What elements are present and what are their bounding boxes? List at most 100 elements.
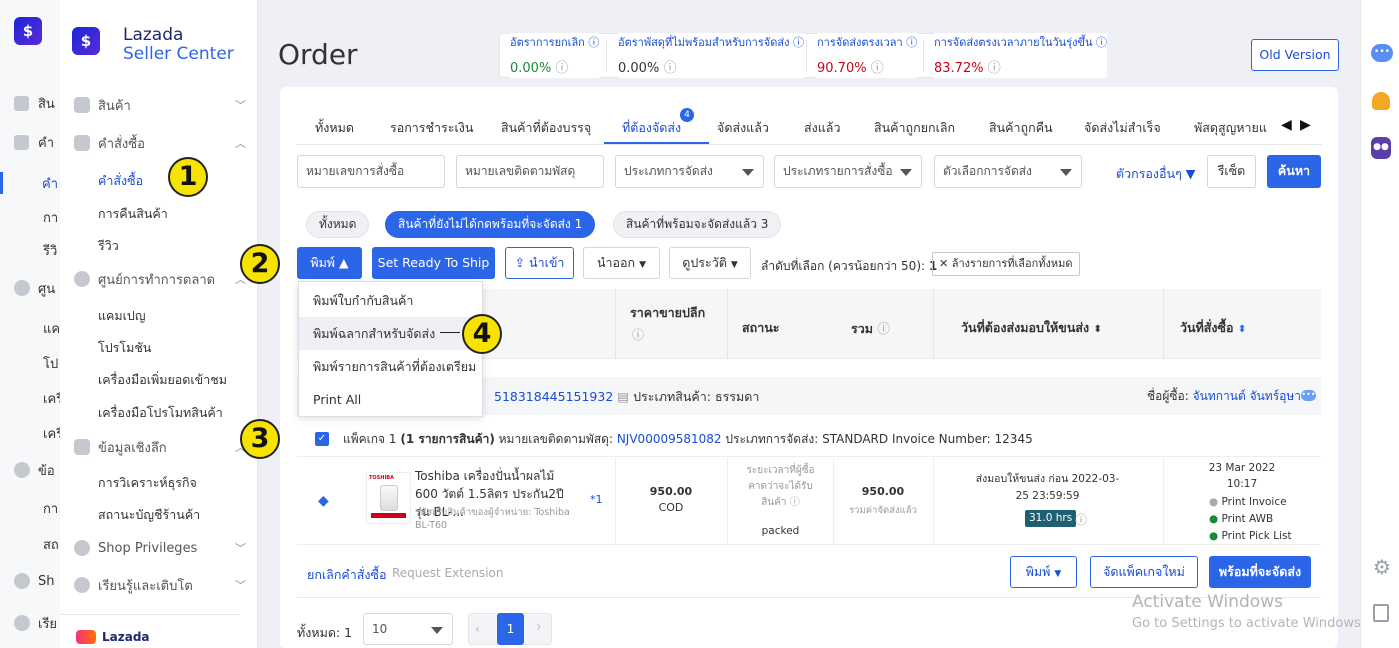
caret-up-icon: ▲	[339, 255, 349, 270]
lazada-logo-icon[interactable]: $	[72, 27, 100, 55]
ready-to-ship-button[interactable]: พร้อมที่จะจัดส่ง	[1209, 556, 1311, 588]
rail-item[interactable]: โป	[43, 352, 58, 374]
caret-down-icon: ▼	[1185, 166, 1196, 181]
print-pick-list-option[interactable]: พิมพ์รายการสินค้าที่ต้องเตรียม	[299, 350, 482, 383]
page-1-button[interactable]: 1	[497, 613, 524, 645]
tab-scroll-left-icon[interactable]: ◀	[1281, 117, 1292, 133]
export-button[interactable]: นำออก ▼	[583, 247, 660, 279]
clear-selection-button[interactable]: ✕ ล้างรายการที่เลือกทั้งหมด	[932, 252, 1080, 276]
set-ready-to-ship-button[interactable]: Set Ready To Ship	[372, 247, 495, 279]
chat-icon[interactable]: •••	[1301, 390, 1316, 401]
sidebar-item-traffic-tools[interactable]: เครื่องมือเพิ่มยอดเข้าชม	[98, 370, 227, 390]
rail-item[interactable]: คำ	[14, 131, 54, 153]
search-button[interactable]: ค้นหา	[1267, 155, 1321, 188]
print-all-option[interactable]: Print All	[299, 383, 482, 416]
rail-item[interactable]: กา	[43, 206, 58, 228]
tab-scroll-right-icon[interactable]: ▶	[1300, 117, 1311, 133]
row-print-button[interactable]: พิมพ์ ▼	[1010, 556, 1077, 588]
tab-lost[interactable]: พัสดุสูญหายแ	[1194, 118, 1280, 138]
import-button[interactable]: ⇪ นำเข้า	[505, 247, 574, 279]
more-filters-button[interactable]: ตัวกรองอื่นๆ ▼	[1116, 164, 1195, 184]
lazada-logo-icon[interactable]: $	[14, 17, 42, 45]
shipping-type-select[interactable]: ประเภทการจัดส่ง	[615, 155, 764, 188]
subfilter-ready[interactable]: สินค้าที่พร้อมจะจัดส่งแล้ว 3	[613, 211, 782, 238]
selected-count-text: ลำดับที่เลือก (ควรน้อยกว่า 50): 1	[761, 259, 938, 273]
rail-item[interactable]: เรีย	[14, 612, 57, 634]
rail-item-active[interactable]: คำ	[0, 172, 58, 194]
chevron-down-icon: ﹀	[235, 542, 246, 555]
page-size-select[interactable]: 10	[363, 613, 453, 645]
prev-page-icon[interactable]: ‹	[475, 621, 480, 636]
tab-shipped[interactable]: จัดส่งแล้ว	[717, 118, 769, 138]
sidebar-group-marketing[interactable]: ศูนย์การทำการตลาด ︿	[74, 268, 246, 290]
info-icon: ⓘ	[1095, 36, 1107, 49]
retail-price: 950.00	[649, 485, 693, 498]
sidebar-item-business-analysis[interactable]: การวิเคราะห์ธุรกิจ	[98, 473, 197, 493]
learn-icon	[74, 577, 90, 593]
rail-item[interactable]: กา	[43, 497, 58, 519]
print-shipping-label-option[interactable]: พิมพ์ฉลากสำหรับจัดส่ง	[299, 317, 482, 350]
tab-to-ship[interactable]: ที่ต้องจัดส่ง	[622, 118, 681, 138]
rail-item[interactable]: ศูน	[14, 277, 55, 299]
annotation-pointer-line	[440, 332, 460, 333]
sidebar-item-promotions[interactable]: โปรโมชัน	[98, 338, 151, 358]
assistant-robot-icon[interactable]: ●●	[1371, 137, 1391, 159]
sidebar-item-orders[interactable]: คำสั่งซื้อ	[98, 171, 143, 191]
rail-item[interactable]: รีวิ	[43, 239, 57, 261]
old-version-button[interactable]: Old Version	[1251, 39, 1339, 71]
sidebar-item-shop-status[interactable]: สถานะบัญชีร้านค้า	[98, 505, 200, 525]
sidebar-item-campaigns[interactable]: แคมเปญ	[98, 306, 146, 326]
divider	[833, 458, 834, 545]
chat-icon[interactable]: •••	[1371, 44, 1393, 62]
tab-returned[interactable]: สินค้าถูกคืน	[989, 118, 1053, 138]
print-menu-button[interactable]: พิมพ์ ▲	[297, 247, 362, 279]
col-order-date[interactable]: วันที่สั่งซื้อ ⬍	[1180, 318, 1246, 338]
product-quantity: *1	[590, 493, 603, 506]
sidebar-group-shop-privileges[interactable]: Shop Privileges ﹀	[74, 537, 246, 559]
history-button[interactable]: ดูประวัติ ▼	[669, 247, 751, 279]
rail-item[interactable]: ข้อ	[14, 459, 55, 481]
print-invoice-option[interactable]: พิมพ์ใบกำกับสินค้า	[299, 284, 482, 317]
divider	[806, 40, 807, 72]
sidebar-item-promo-tools[interactable]: เครื่องมือโปรโมทสินค้า	[98, 403, 223, 423]
col-ship-by[interactable]: วันที่ต้องส่งมอบให้ขนส่ง ⬍	[961, 318, 1102, 338]
order-number-input[interactable]: หมายเลขการสั่งซื้อ	[297, 155, 445, 188]
tracking-number-input[interactable]: หมายเลขติดตามพัสดุ	[456, 155, 604, 188]
rail-item[interactable]: สิน	[14, 92, 55, 114]
copy-icon[interactable]: ▤	[617, 389, 629, 404]
package-checkbox[interactable]: ✓	[315, 432, 329, 446]
sidebar-item-reviews[interactable]: รีวิว	[98, 236, 119, 256]
sidebar-group-products[interactable]: สินค้า ﹀	[74, 94, 246, 116]
tab-delivery-failed[interactable]: จัดส่งไม่สำเร็จ	[1084, 118, 1161, 138]
sidebar-group-orders[interactable]: คำสั่งซื้อ ︿	[74, 132, 246, 154]
rail-item[interactable]: แค	[43, 317, 60, 339]
reset-button[interactable]: รีเซ็ต	[1207, 155, 1256, 188]
rail-item[interactable]: สถ	[43, 533, 59, 555]
repack-button[interactable]: จัดแพ็คเกจใหม่	[1090, 556, 1198, 588]
order-item-type-select[interactable]: ประเภทรายการสั่งซื้อ	[774, 155, 922, 188]
product-thumbnail[interactable]: TOSHIBA	[366, 472, 411, 524]
sidebar-group-learn[interactable]: เรียนรู้และเติบโต ﹀	[74, 574, 246, 596]
gear-icon[interactable]: ⚙	[1373, 555, 1391, 579]
edit-icon[interactable]	[1373, 604, 1389, 622]
rail-item[interactable]: Sh	[14, 570, 55, 592]
cancel-order-link[interactable]: ยกเลิกคำสั่งซื้อ	[307, 565, 387, 585]
tab-canceled[interactable]: สินค้าถูกยกเลิก	[874, 118, 955, 138]
next-page-icon[interactable]: ›	[536, 619, 542, 635]
tab-all[interactable]: ทั้งหมด	[315, 118, 354, 138]
subfilter-not-ready[interactable]: สินค้าที่ยังไม่ได้กดพร้อมที่จะจัดส่ง 1	[385, 211, 596, 238]
subfilter-all[interactable]: ทั้งหมด	[306, 211, 370, 238]
divider	[933, 458, 934, 545]
tab-pending-payment[interactable]: รอการชำระเงิน	[390, 118, 473, 138]
bell-icon[interactable]	[1372, 92, 1390, 110]
request-extension-link[interactable]: Request Extension	[392, 566, 503, 580]
status-badge: packed	[761, 525, 800, 537]
tab-to-pack[interactable]: สินค้าที่ต้องบรรจุ	[501, 118, 591, 138]
metric-cancel-rate: อัตราการยกเลิก ⓘ 0.00% ⓘ	[510, 33, 600, 78]
sidebar-group-insights[interactable]: ข้อมูลเชิงลึก ︿	[74, 436, 246, 458]
shipping-option-select[interactable]: ตัวเลือกการจัดส่ง	[934, 155, 1082, 188]
sidebar-item-returns[interactable]: การคืนสินค้า	[98, 204, 168, 224]
heart-logo-icon	[76, 630, 96, 644]
tab-delivered[interactable]: ส่งแล้ว	[804, 118, 840, 138]
order-number-link[interactable]: 518318445151932	[494, 389, 613, 404]
